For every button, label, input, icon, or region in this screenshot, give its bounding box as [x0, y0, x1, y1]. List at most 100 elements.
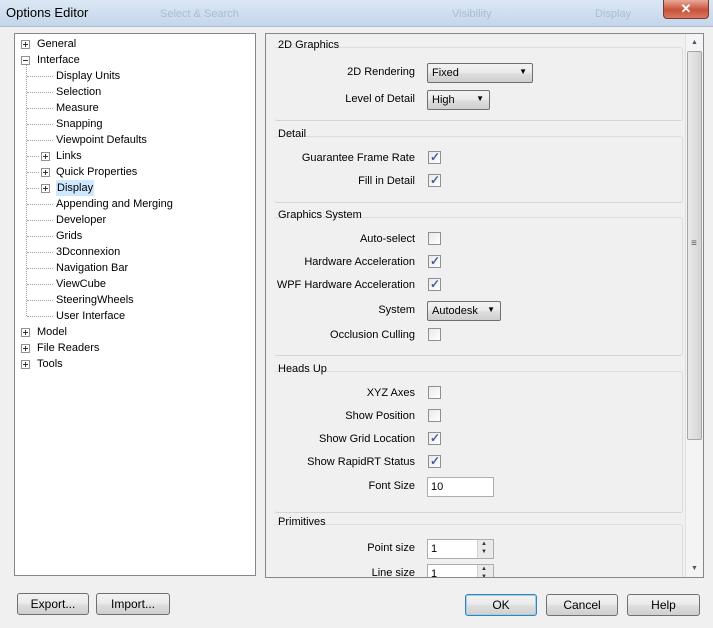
- spin-up-icon[interactable]: ▲: [481, 541, 487, 547]
- tree-item-label: Quick Properties: [56, 166, 138, 178]
- tree-item-selection[interactable]: Selection: [15, 84, 253, 100]
- close-button[interactable]: ✕: [663, 0, 709, 19]
- background-hint-display: Display: [595, 8, 632, 20]
- tree-item-model[interactable]: Model: [15, 324, 253, 340]
- level-of-detail-dropdown[interactable]: High ▼: [427, 90, 490, 110]
- row-auto-select: Auto-select: [268, 229, 683, 251]
- tree-item-developer[interactable]: Developer: [15, 212, 253, 228]
- group-title-graphics-system: Graphics System: [278, 209, 362, 221]
- row-wpf-hardware-acceleration: WPF Hardware Acceleration ✓: [268, 275, 683, 297]
- fill-in-detail-checkbox[interactable]: ✓: [428, 173, 441, 187]
- tree-item-interface[interactable]: Interface: [15, 52, 253, 68]
- window-title: Options Editor: [6, 5, 89, 20]
- tree-connector: [27, 108, 53, 109]
- spin-down-icon[interactable]: ▼: [481, 549, 487, 555]
- options-tree[interactable]: General Interface Display Units Selection Me…: [14, 33, 256, 576]
- row-level-of-detail: Level of Detail High ▼: [268, 89, 683, 111]
- help-button[interactable]: Help: [627, 594, 700, 616]
- tree-item-label: 3Dconnexion: [56, 246, 121, 258]
- spin-down-icon[interactable]: ▼: [481, 574, 487, 577]
- tree-item-display-units[interactable]: Display Units: [15, 68, 253, 84]
- cancel-button[interactable]: Cancel: [546, 594, 618, 616]
- font-size-value: 10: [431, 481, 444, 493]
- auto-select-checkbox[interactable]: [428, 232, 441, 245]
- tree-connector: [27, 220, 53, 221]
- line-size-spin[interactable]: ▲ ▼: [477, 565, 493, 577]
- label-xyz-axes: XYZ Axes: [366, 387, 415, 399]
- label-show-grid-location: Show Grid Location: [319, 433, 415, 445]
- guarantee-frame-rate-checkbox[interactable]: ✓: [428, 150, 441, 164]
- xyz-axes-checkbox[interactable]: [428, 386, 441, 399]
- hardware-acceleration-checkbox[interactable]: ✓: [428, 254, 441, 268]
- wpf-hardware-acceleration-checkbox[interactable]: ✓: [428, 277, 441, 291]
- chevron-down-icon: ▼: [476, 94, 484, 103]
- tree-item-label: Display Units: [56, 70, 121, 82]
- checkmark-icon: ✓: [430, 431, 441, 445]
- scroll-down-icon[interactable]: ▼: [686, 560, 703, 577]
- collapse-icon[interactable]: [21, 56, 30, 65]
- group-title-detail: Detail: [278, 128, 307, 140]
- row-guarantee-frame-rate: Guarantee Frame Rate ✓: [268, 148, 683, 170]
- expand-icon[interactable]: [41, 152, 50, 161]
- label-system: System: [378, 304, 415, 316]
- tree-item-viewcube[interactable]: ViewCube: [15, 276, 253, 292]
- tree-item-display[interactable]: Display: [15, 180, 253, 196]
- checkmark-icon: ✓: [430, 150, 441, 164]
- expand-icon[interactable]: [41, 168, 50, 177]
- expand-icon[interactable]: [21, 40, 30, 49]
- show-position-checkbox[interactable]: [428, 409, 441, 422]
- tree-item-appending-and-merging[interactable]: Appending and Merging: [15, 196, 253, 212]
- tree-connector: [27, 92, 53, 93]
- point-size-value: 1: [431, 543, 438, 555]
- expand-icon[interactable]: [21, 360, 30, 369]
- expand-icon[interactable]: [21, 328, 30, 337]
- show-grid-location-checkbox[interactable]: ✓: [428, 431, 441, 445]
- line-size-stepper[interactable]: 1 ▲ ▼: [427, 564, 494, 577]
- tree-connector: [27, 300, 53, 301]
- tree-item-user-interface[interactable]: User Interface: [15, 308, 253, 324]
- tree-connector: [27, 76, 53, 77]
- scroll-up-icon[interactable]: ▲: [686, 34, 703, 51]
- label-2d-rendering: 2D Rendering: [347, 66, 415, 78]
- tree-item-quick-properties[interactable]: Quick Properties: [15, 164, 253, 180]
- point-size-stepper[interactable]: 1 ▲ ▼: [427, 539, 494, 559]
- ok-button[interactable]: OK: [465, 594, 537, 616]
- export-button[interactable]: Export...: [17, 593, 89, 615]
- row-2d-rendering: 2D Rendering Fixed ▼: [268, 62, 683, 84]
- tree-item-label: Tools: [37, 358, 63, 370]
- tree-item-tools[interactable]: Tools: [15, 356, 253, 372]
- group-title-primitives: Primitives: [278, 516, 326, 528]
- tree-item-label: User Interface: [56, 310, 126, 322]
- tree-item-steeringwheels[interactable]: SteeringWheels: [15, 292, 253, 308]
- expand-icon[interactable]: [41, 184, 50, 193]
- spin-up-icon[interactable]: ▲: [481, 566, 487, 572]
- tree-connector: [27, 236, 53, 237]
- chevron-down-icon: ▼: [487, 305, 495, 314]
- tree-item-label: Snapping: [56, 118, 103, 130]
- tree-item-3dconnexion[interactable]: 3Dconnexion: [15, 244, 253, 260]
- occlusion-culling-checkbox[interactable]: [428, 328, 441, 341]
- tree-item-viewpoint-defaults[interactable]: Viewpoint Defaults: [15, 132, 253, 148]
- system-dropdown[interactable]: Autodesk ▼: [427, 301, 501, 321]
- tree-item-snapping[interactable]: Snapping: [15, 116, 253, 132]
- import-button[interactable]: Import...: [96, 593, 170, 615]
- font-size-input[interactable]: 10: [427, 477, 494, 497]
- label-occlusion-culling: Occlusion Culling: [330, 329, 415, 341]
- vertical-scrollbar[interactable]: ▲ ≡ ▼: [685, 34, 703, 577]
- tree-item-general[interactable]: General: [15, 36, 253, 52]
- tree-item-navigation-bar[interactable]: Navigation Bar: [15, 260, 253, 276]
- tree-item-measure[interactable]: Measure: [15, 100, 253, 116]
- point-size-spin[interactable]: ▲ ▼: [477, 540, 493, 558]
- tree-item-links[interactable]: Links: [15, 148, 253, 164]
- show-rapidrt-status-checkbox[interactable]: ✓: [428, 454, 441, 468]
- tree-connector: [27, 284, 53, 285]
- tree-item-grids[interactable]: Grids: [15, 228, 253, 244]
- group-title-heads-up: Heads Up: [278, 363, 327, 375]
- expand-icon[interactable]: [21, 344, 30, 353]
- 2d-rendering-dropdown[interactable]: Fixed ▼: [427, 63, 533, 83]
- label-show-position: Show Position: [345, 410, 415, 422]
- group-title-2d-graphics: 2D Graphics: [278, 39, 340, 51]
- scroll-thumb[interactable]: ≡: [687, 51, 702, 440]
- tree-item-file-readers[interactable]: File Readers: [15, 340, 253, 356]
- row-xyz-axes: XYZ Axes: [268, 383, 683, 405]
